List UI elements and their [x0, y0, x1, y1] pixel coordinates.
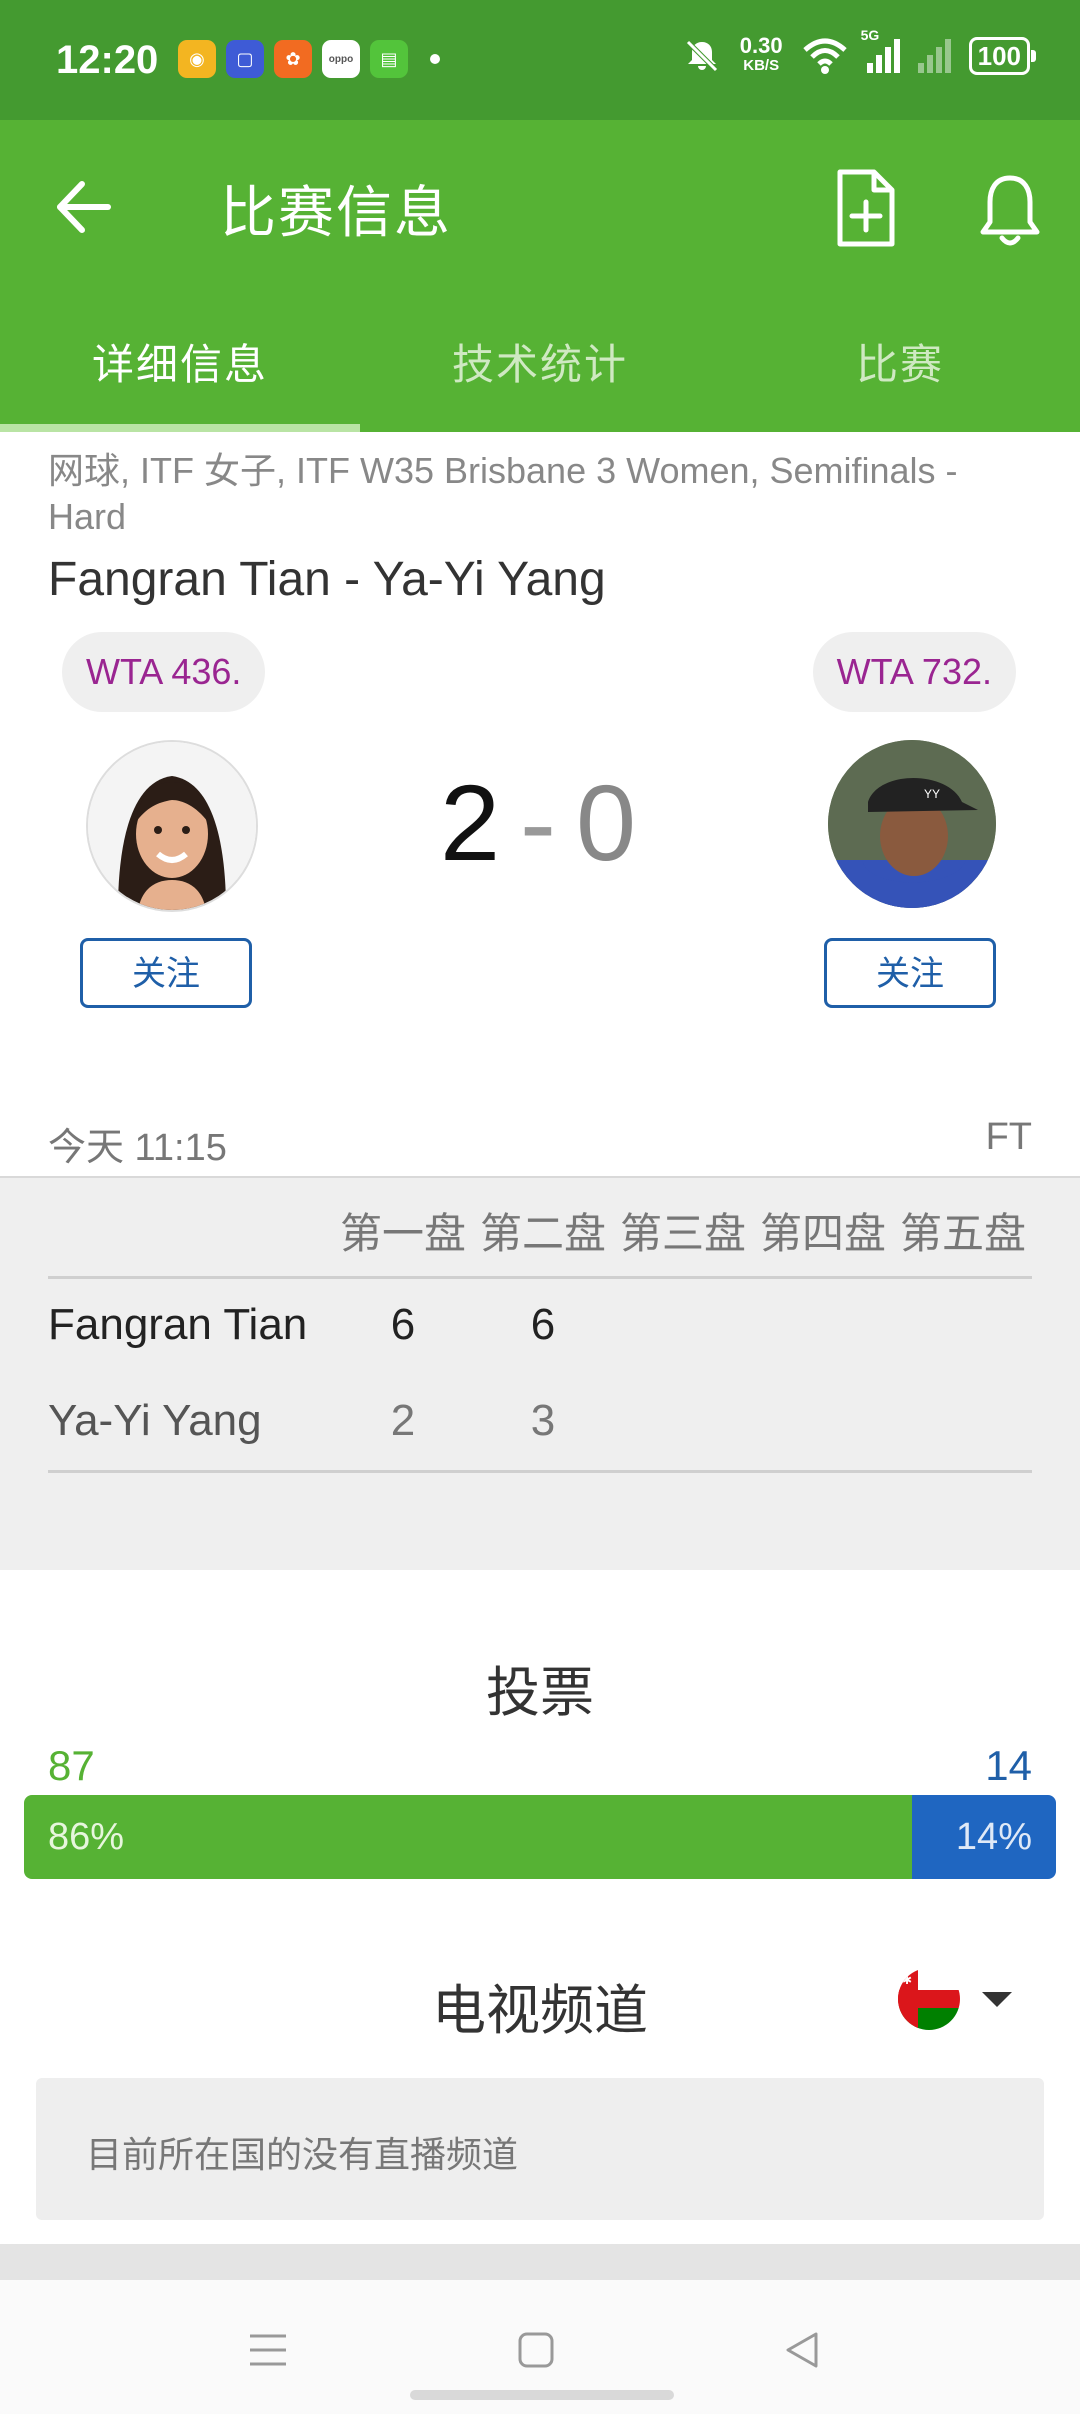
back-triangle-icon[interactable]: [772, 2320, 832, 2380]
away-player-photo: YY: [828, 740, 996, 908]
no-channels-message: 目前所在国的没有直播频道: [86, 2134, 519, 2175]
score-separator: -: [520, 762, 560, 883]
set-score: 6: [530, 1300, 556, 1349]
home-score: 2: [439, 762, 505, 883]
wifi-icon: [802, 38, 847, 74]
battery-icon: 100: [968, 37, 1037, 75]
table-row: Ya-Yi Yang 2 3: [48, 1396, 1032, 1476]
set-score: 6: [390, 1300, 416, 1349]
sets-table: 第一盘 第二盘 第三盘 第四盘 第五盘 Fangran Tian 6 6 Ya-…: [0, 1176, 1080, 1570]
app-bar: 比赛信息 详细信息 技术统计 比赛: [0, 120, 1080, 432]
sets-divider: [48, 1276, 1032, 1279]
away-score: 0: [575, 762, 641, 883]
set-1-header: 第一盘: [339, 1210, 466, 1257]
status-right: 0.30 KB/S 5G 100: [682, 27, 1037, 76]
country-flag-icon[interactable]: ✱: [898, 1968, 960, 2030]
away-vote-segment[interactable]: 14%: [911, 1795, 1056, 1879]
oman-flag: ✱: [898, 1968, 960, 2030]
set-3-header: 第三盘: [619, 1210, 746, 1257]
weibo-icon: ◉: [178, 40, 216, 78]
status-time: 12:20: [56, 38, 159, 82]
signal-icon: 5G: [861, 27, 900, 73]
section-divider: [0, 2244, 1080, 2280]
gesture-handle[interactable]: [410, 2390, 674, 2400]
league-info: 网球, ITF 女子, ITF W35 Brisbane 3 Women, Se…: [48, 450, 958, 537]
tab-matches[interactable]: 比赛: [720, 310, 1080, 432]
svg-text:YY: YY: [924, 787, 940, 801]
signal-2-icon: [917, 39, 951, 73]
tab-details[interactable]: 详细信息: [0, 310, 360, 432]
taobao-icon: ✿: [274, 40, 312, 78]
chevron-down-icon[interactable]: [982, 1992, 1012, 2007]
home-player-avatar[interactable]: [86, 740, 258, 912]
oppo-icon: oppo: [322, 40, 360, 78]
follow-home-button[interactable]: 关注: [80, 938, 252, 1008]
home-icon[interactable]: [506, 2320, 566, 2380]
match-title: Fangran Tian - Ya-Yi Yang: [48, 553, 606, 606]
table-row: Fangran Tian 6 6: [48, 1300, 1032, 1380]
status-bar: 12:20 ◉ ▢ ✿ oppo ▤ 0.30 KB/S 5G 100: [0, 0, 1080, 120]
more-notifications-icon: [430, 54, 440, 64]
set-score: 3: [530, 1396, 556, 1445]
away-vote-count: 14: [985, 1742, 1032, 1789]
away-player-avatar[interactable]: YY: [828, 740, 996, 908]
tieba-icon: ▢: [226, 40, 264, 78]
home-vote-segment[interactable]: 86%: [24, 1795, 912, 1879]
bell-icon[interactable]: [975, 170, 1045, 250]
match-start-time: 今天 11:15: [48, 1127, 227, 1169]
vote-bar[interactable]: 86% 14%: [24, 1795, 1056, 1879]
back-arrow-icon[interactable]: [50, 172, 120, 242]
tv-channels-box: 目前所在国的没有直播频道: [36, 2078, 1044, 2220]
tab-bar: 详细信息 技术统计 比赛: [0, 310, 1080, 432]
mute-icon: [686, 40, 718, 72]
message-icon: ▤: [370, 40, 408, 78]
match-time-row: 今天 11:15 FT: [48, 1116, 1032, 1171]
menu-icon[interactable]: [238, 2320, 298, 2380]
set-5-header: 第五盘: [899, 1210, 1026, 1257]
home-player-photo: [88, 742, 256, 910]
player-name: Ya-Yi Yang: [48, 1396, 262, 1445]
player-name: Fangran Tian: [48, 1300, 308, 1349]
set-2-header: 第二盘: [479, 1210, 606, 1257]
sets-divider: [48, 1470, 1032, 1473]
set-score: 2: [390, 1396, 416, 1445]
add-note-icon[interactable]: [830, 168, 900, 248]
match-score: 2-0: [430, 760, 650, 885]
match-status: FT: [985, 1116, 1032, 1158]
net-speed: 0.30 KB/S: [739, 33, 783, 75]
tab-statistics[interactable]: 技术统计: [360, 310, 720, 432]
vote-title: 投票: [486, 1663, 594, 1723]
sets-header: 第一盘 第二盘 第三盘 第四盘 第五盘: [333, 1200, 1033, 1261]
home-rank-badge[interactable]: WTA 436.: [62, 632, 266, 712]
away-rank-badge[interactable]: WTA 732.: [812, 632, 1016, 712]
set-4-header: 第四盘: [759, 1210, 886, 1257]
notification-icons: ◉ ▢ ✿ oppo ▤: [178, 40, 440, 78]
page-title: 比赛信息: [220, 181, 452, 244]
follow-away-button[interactable]: 关注: [824, 938, 996, 1008]
home-vote-count: 87: [48, 1742, 95, 1789]
